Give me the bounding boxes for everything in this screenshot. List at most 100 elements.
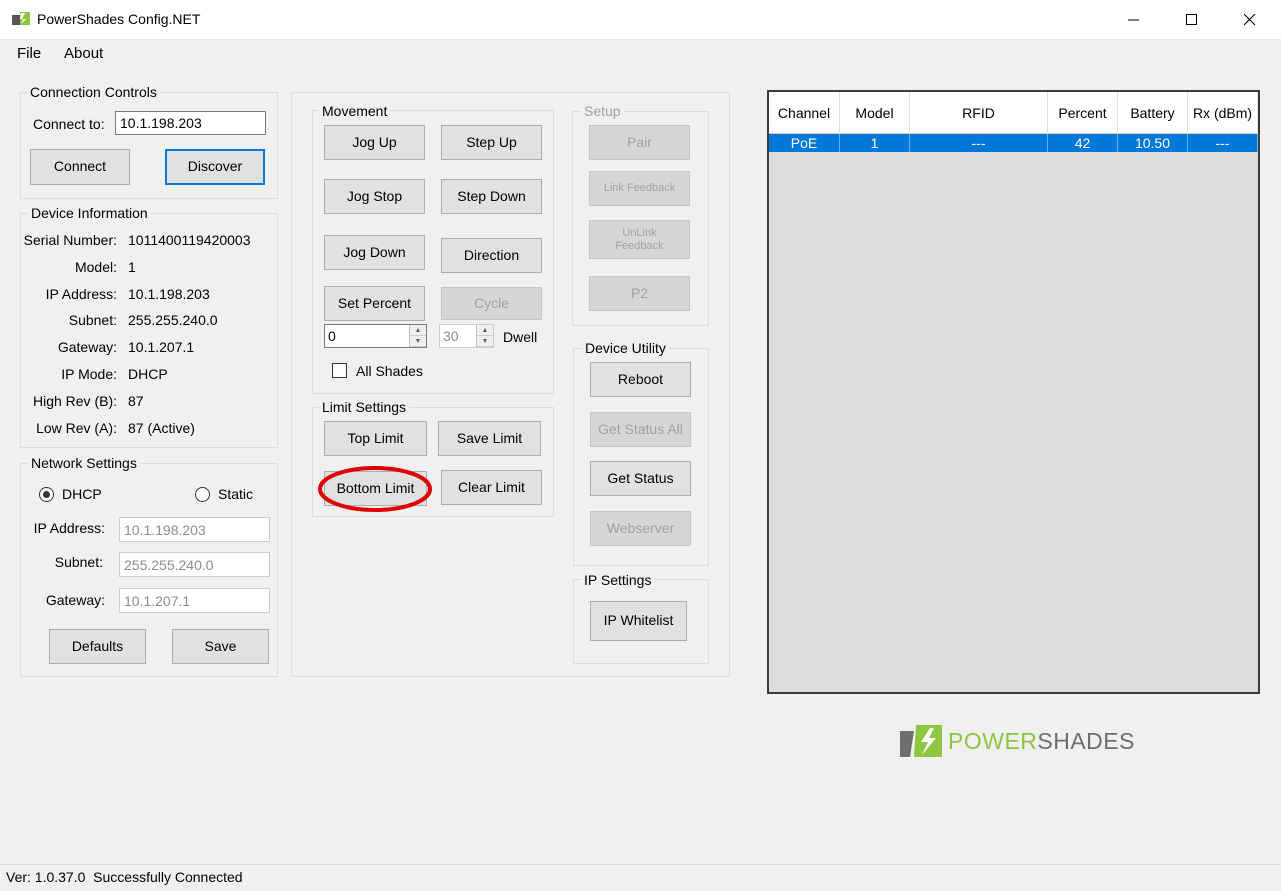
window-title: PowerShades Config.NET — [37, 11, 201, 27]
subnet-label: Subnet: — [68, 312, 117, 329]
spin-up-icon[interactable]: ▲ — [410, 325, 426, 336]
spin-down-icon[interactable]: ▼ — [477, 336, 493, 347]
unlink-feedback-line1: UnLink — [622, 227, 657, 240]
menu-file[interactable]: File — [17, 45, 41, 62]
dhcp-label: DHCP — [62, 486, 102, 502]
low-rev-value: 87 (Active) — [128, 419, 195, 436]
save-network-button[interactable]: Save — [172, 629, 269, 664]
ip-whitelist-button[interactable]: IP Whitelist — [590, 601, 687, 641]
net-subnet-label: Subnet: — [54, 554, 103, 570]
defaults-button[interactable]: Defaults — [49, 629, 146, 664]
dhcp-radio[interactable] — [38, 486, 55, 503]
ip-settings-title: IP Settings — [581, 572, 655, 588]
pair-button[interactable]: Pair — [589, 125, 690, 160]
grid-cell-battery[interactable]: 10.50 — [1118, 134, 1188, 152]
device-info-row: Subnet: 255.255.240.0 — [22, 312, 272, 339]
percent-stepper[interactable]: 0 ▲ ▼ — [324, 324, 427, 348]
static-label: Static — [218, 486, 254, 502]
jog-stop-button[interactable]: Jog Stop — [324, 179, 425, 214]
static-radio[interactable] — [194, 486, 211, 503]
grid-header-channel[interactable]: Channel — [769, 92, 840, 134]
menu-bar — [0, 40, 1281, 68]
serial-number-value: 1011400119420003 — [128, 232, 251, 248]
device-info-row: IP Address: 10.1.198.203 — [22, 286, 272, 313]
all-shades-label: All Shades — [356, 363, 423, 379]
jog-up-button[interactable]: Jog Up — [324, 125, 425, 160]
logo-text-shades: SHADES — [1037, 728, 1135, 754]
p2-button[interactable]: P2 — [589, 276, 690, 311]
unlink-feedback-line2: Feedback — [615, 239, 664, 252]
ip-mode-label: IP Mode: — [61, 365, 117, 382]
high-rev-label: High Rev (B): — [32, 392, 117, 409]
device-info-row: Low Rev (A): 87 (Active) — [22, 420, 272, 447]
clear-limit-button[interactable]: Clear Limit — [441, 470, 542, 505]
connect-button[interactable]: Connect — [30, 149, 130, 185]
net-subnet-input[interactable]: 255.255.240.0 — [119, 552, 270, 577]
direction-button[interactable]: Direction — [441, 238, 542, 273]
grid-cell-rfid[interactable]: --- — [910, 134, 1048, 152]
top-limit-button[interactable]: Top Limit — [324, 421, 427, 456]
grid-cell-percent[interactable]: 42 — [1048, 134, 1118, 152]
close-button[interactable] — [1221, 0, 1279, 40]
net-ip-input[interactable]: 10.1.198.203 — [119, 517, 270, 542]
percent-value: 0 — [328, 328, 336, 344]
device-info-row: Model: 1 — [22, 259, 272, 286]
powershades-logo-icon — [900, 725, 942, 757]
low-rev-label: Low Rev (A): — [36, 419, 117, 436]
limit-settings-title: Limit Settings — [319, 399, 410, 415]
save-limit-button[interactable]: Save Limit — [438, 421, 541, 456]
grid-header-model[interactable]: Model — [840, 92, 910, 134]
net-gateway-input[interactable]: 10.1.207.1 — [119, 588, 270, 613]
grid-header-percent[interactable]: Percent — [1048, 92, 1118, 134]
grid-header-rx[interactable]: Rx (dBm) — [1188, 92, 1258, 134]
menu-about[interactable]: About — [64, 45, 103, 62]
maximize-icon — [1186, 14, 1197, 25]
grid-cell-model[interactable]: 1 — [840, 134, 910, 152]
ip-address-label: IP Address: — [45, 285, 117, 302]
gateway-value: 10.1.207.1 — [128, 339, 195, 356]
serial-number-label: Serial Number: — [23, 232, 117, 248]
status-text: Ver: 1.0.37.0 Successfully Connected — [6, 869, 243, 885]
spin-up-icon[interactable]: ▲ — [477, 325, 493, 336]
setup-title: Setup — [581, 103, 624, 119]
dwell-value: 30 — [443, 328, 459, 344]
step-up-button[interactable]: Step Up — [441, 125, 542, 160]
all-shades-checkbox[interactable] — [332, 363, 347, 378]
device-information-title: Device Information — [28, 205, 151, 221]
powershades-logo-text: POWERSHADES — [948, 728, 1135, 755]
grid-cell-channel[interactable]: PoE — [769, 134, 840, 152]
grid-header-rfid[interactable]: RFID — [910, 92, 1048, 134]
jog-down-button[interactable]: Jog Down — [324, 235, 425, 270]
net-gateway-label: Gateway: — [45, 592, 105, 608]
model-label: Model: — [74, 258, 117, 275]
percent-spin[interactable]: ▲ ▼ — [409, 325, 426, 347]
device-info-row: High Rev (B): 87 — [22, 393, 272, 420]
get-status-all-button[interactable]: Get Status All — [590, 412, 691, 447]
device-info-list: Serial Number: 1011400119420003 Model: 1… — [22, 232, 272, 446]
model-value: 1 — [128, 258, 136, 275]
unlink-feedback-button[interactable]: UnLink Feedback — [589, 220, 690, 259]
network-settings-title: Network Settings — [28, 455, 140, 471]
discover-button[interactable]: Discover — [165, 149, 265, 185]
grid-header-battery[interactable]: Battery — [1118, 92, 1188, 134]
maximize-button[interactable] — [1163, 0, 1221, 40]
high-rev-value: 87 — [128, 392, 144, 409]
connect-to-label: Connect to: — [33, 116, 105, 132]
connect-to-input[interactable]: 10.1.198.203 — [115, 111, 266, 135]
set-percent-button[interactable]: Set Percent — [324, 286, 425, 321]
link-feedback-button[interactable]: Link Feedback — [589, 171, 690, 206]
movement-title: Movement — [319, 103, 391, 119]
cycle-button[interactable]: Cycle — [441, 287, 542, 320]
dwell-spin[interactable]: ▲ ▼ — [476, 325, 493, 347]
app-icon — [12, 12, 30, 25]
minimize-button[interactable] — [1105, 0, 1163, 40]
step-down-button[interactable]: Step Down — [441, 179, 542, 214]
reboot-button[interactable]: Reboot — [590, 362, 691, 397]
subnet-value: 255.255.240.0 — [128, 312, 218, 329]
dwell-stepper[interactable]: 30 ▲ ▼ — [439, 324, 494, 348]
spin-down-icon[interactable]: ▼ — [410, 336, 426, 347]
grid-cell-rx[interactable]: --- — [1188, 134, 1258, 152]
webserver-button[interactable]: Webserver — [590, 511, 691, 546]
get-status-button[interactable]: Get Status — [590, 461, 691, 496]
shade-grid[interactable]: Channel Model RFID Percent Battery Rx (d… — [767, 90, 1260, 694]
